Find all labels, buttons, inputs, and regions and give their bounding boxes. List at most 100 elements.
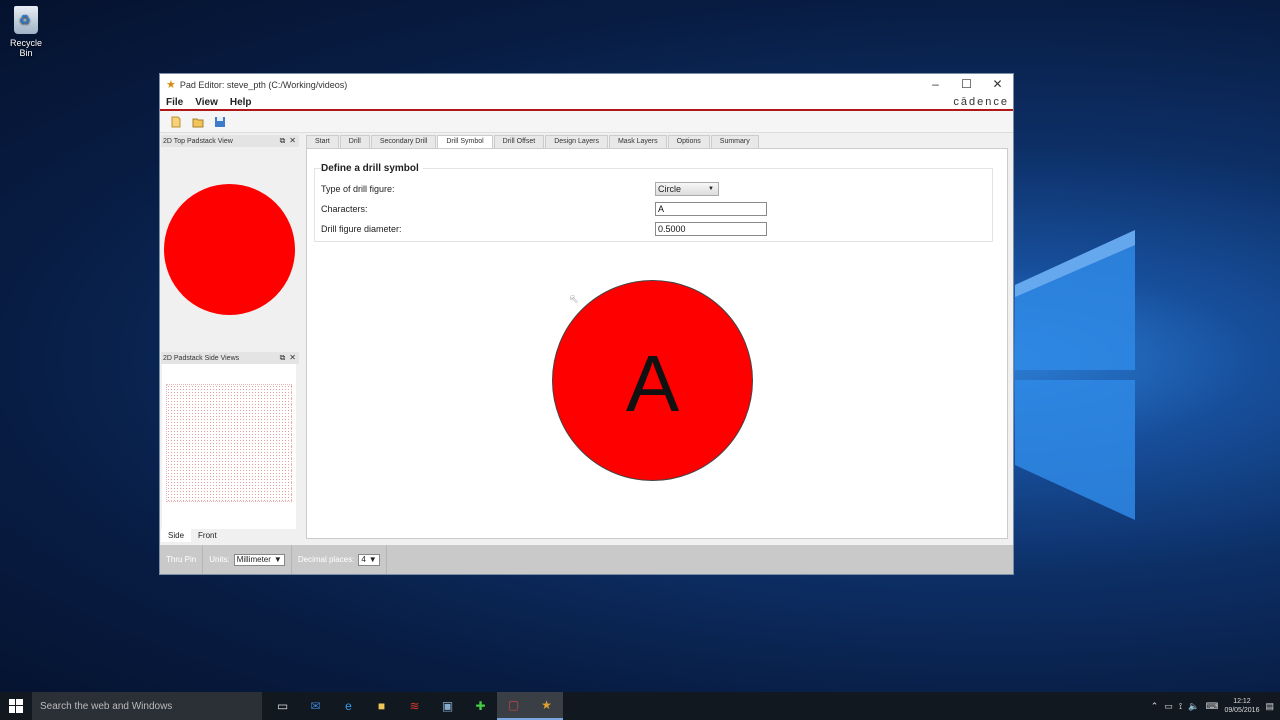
side-view-drill-hatch bbox=[166, 384, 292, 502]
decimal-places-select[interactable]: 4 ▼ bbox=[358, 553, 380, 566]
pad-editor-app-icon: ★ bbox=[541, 698, 552, 712]
title-bar[interactable]: ★ Pad Editor: steve_pth (C:/Working/vide… bbox=[160, 74, 1013, 95]
new-file-button[interactable] bbox=[168, 114, 184, 130]
close-icon[interactable]: ✕ bbox=[289, 353, 296, 363]
status-bar: Thru Pin Units: Millimeter ▼ Decimal pla… bbox=[160, 545, 1013, 574]
save-button[interactable] bbox=[212, 114, 228, 130]
folder-icon bbox=[192, 118, 204, 127]
drill-figure-type-value: Circle bbox=[658, 184, 682, 194]
taskbar: Search the web and Windows ▭ ✉ e ■ ≋ ▣ ✚… bbox=[0, 692, 1280, 720]
recycle-bin-icon bbox=[14, 6, 38, 34]
windows-start-icon bbox=[9, 699, 23, 713]
tab-drill-offset[interactable]: Drill Offset bbox=[493, 135, 545, 148]
maximize-button[interactable]: ☐ bbox=[951, 74, 982, 95]
tab-summary[interactable]: Summary bbox=[710, 135, 759, 148]
task-view-button[interactable]: ▭ bbox=[266, 692, 299, 720]
viewer-app-icon: ▢ bbox=[507, 698, 520, 712]
taskbar-edge[interactable]: e bbox=[332, 692, 365, 720]
recycle-bin[interactable]: Recycle Bin bbox=[4, 6, 48, 58]
taskbar-apps: ▭ ✉ e ■ ≋ ▣ ✚ ▢ ★ bbox=[266, 692, 563, 720]
drill-symbol-page: Define a drill symbol Type of drill figu… bbox=[306, 148, 1008, 539]
drill-figure-diameter-label: Drill figure diameter: bbox=[321, 224, 402, 234]
menu-help[interactable]: Help bbox=[230, 97, 252, 108]
tab-front[interactable]: Front bbox=[191, 529, 224, 542]
new-file-icon bbox=[171, 116, 181, 127]
decimal-places-value: 4 bbox=[361, 554, 366, 564]
side-padstack-view-header: 2D Padstack Side Views ⧉ ✕ bbox=[161, 352, 299, 364]
chevron-down-icon: ▼ bbox=[368, 554, 377, 564]
tab-options[interactable]: Options bbox=[667, 135, 710, 148]
drill-symbol-preview: A bbox=[552, 280, 753, 481]
float-icon[interactable]: ⧉ bbox=[280, 136, 286, 146]
main-tabs: Start Drill Secondary Drill Drill Symbol… bbox=[304, 135, 1010, 148]
edge-icon: e bbox=[345, 699, 352, 713]
close-button[interactable]: ✕ bbox=[982, 74, 1013, 95]
units-segment: Units: Millimeter ▼ bbox=[203, 545, 292, 574]
start-button[interactable] bbox=[0, 692, 32, 720]
top-view-canvas bbox=[161, 147, 299, 350]
decimal-places-segment: Decimal places: 4 ▼ bbox=[292, 545, 387, 574]
pad-editor-app-icon: ★ bbox=[166, 79, 176, 91]
pin-type-segment: Thru Pin bbox=[160, 545, 204, 574]
tab-design-layers[interactable]: Design Layers bbox=[545, 135, 608, 148]
menu-file[interactable]: File bbox=[166, 97, 183, 108]
main-panel: Start Drill Secondary Drill Drill Symbol… bbox=[304, 135, 1010, 542]
taskbar-clock[interactable]: 12:12 09/05/2016 bbox=[1224, 697, 1259, 715]
task-view-icon: ▭ bbox=[276, 699, 289, 713]
taskbar-app-green[interactable]: ✚ bbox=[464, 692, 497, 720]
outlook-icon: ✉ bbox=[310, 699, 321, 713]
side-view-tabs: Side Front bbox=[161, 529, 299, 542]
chevron-down-icon: ▼ bbox=[708, 186, 714, 192]
drill-symbol-character: A bbox=[625, 338, 680, 428]
top-view-pad bbox=[164, 184, 295, 315]
tab-drill[interactable]: Drill bbox=[339, 135, 370, 148]
network-icon[interactable]: ⟟ bbox=[1179, 701, 1182, 712]
characters-input[interactable]: A bbox=[655, 202, 767, 216]
drill-figure-type-label: Type of drill figure: bbox=[321, 184, 395, 194]
close-icon[interactable]: ✕ bbox=[289, 136, 296, 146]
window-title: Pad Editor: steve_pth (C:/Working/videos… bbox=[179, 79, 348, 90]
units-select[interactable]: Millimeter ▼ bbox=[233, 553, 285, 566]
tab-side[interactable]: Side bbox=[161, 529, 192, 542]
side-view-canvas bbox=[162, 364, 296, 529]
taskbar-explorer[interactable]: ■ bbox=[365, 692, 398, 720]
taskbar-app-red[interactable]: ≋ bbox=[398, 692, 431, 720]
notifications-icon[interactable]: ▤ bbox=[1265, 701, 1274, 712]
minimize-button[interactable]: – bbox=[920, 74, 951, 95]
chevron-down-icon: ▼ bbox=[273, 554, 282, 564]
drill-figure-diameter-input[interactable]: 0.5000 bbox=[655, 222, 767, 236]
float-icon[interactable]: ⧉ bbox=[280, 353, 286, 363]
taskbar-app-viewer[interactable]: ▢ bbox=[497, 692, 530, 720]
battery-icon[interactable]: ▭ bbox=[1164, 701, 1173, 712]
recycle-bin-label: Recycle Bin bbox=[9, 38, 42, 58]
menu-view[interactable]: View bbox=[195, 97, 218, 108]
keyboard-icon[interactable]: ⌨ bbox=[1205, 701, 1218, 712]
window-controls: – ☐ ✕ bbox=[920, 74, 1013, 95]
chevron-up-icon[interactable]: ⌃ bbox=[1151, 701, 1159, 712]
open-file-button[interactable] bbox=[190, 114, 206, 130]
tab-start[interactable]: Start bbox=[306, 135, 339, 148]
drill-figure-type-select[interactable]: Circle ▼ bbox=[655, 182, 719, 196]
taskbar-outlook[interactable]: ✉ bbox=[299, 692, 332, 720]
top-padstack-view-header: 2D Top Padstack View ⧉ ✕ bbox=[161, 135, 299, 147]
taskbar-pad-editor[interactable]: ★ bbox=[530, 692, 563, 720]
mouse-cursor-icon: ↖ bbox=[569, 292, 580, 306]
group-title: Define a drill symbol bbox=[321, 163, 423, 174]
taskbar-search-box[interactable]: Search the web and Windows bbox=[32, 692, 262, 720]
pin-type: Thru Pin bbox=[166, 555, 197, 564]
drill-symbol-group bbox=[314, 168, 993, 242]
top-padstack-view-dock: 2D Top Padstack View ⧉ ✕ bbox=[161, 135, 299, 350]
clock-time: 12:12 bbox=[1233, 698, 1251, 705]
volume-icon[interactable]: 🔈 bbox=[1188, 701, 1199, 712]
side-padstack-view-title: 2D Padstack Side Views bbox=[163, 354, 240, 362]
tab-drill-symbol[interactable]: Drill Symbol bbox=[437, 135, 493, 148]
taskbar-app-image[interactable]: ▣ bbox=[431, 692, 464, 720]
toolbar bbox=[160, 111, 1013, 133]
menu-bar: File View Help cādence bbox=[160, 95, 1013, 111]
pcb-app-icon: ✚ bbox=[475, 699, 486, 713]
save-icon bbox=[215, 116, 225, 127]
tab-secondary-drill[interactable]: Secondary Drill bbox=[370, 135, 437, 148]
side-padstack-view-dock: 2D Padstack Side Views ⧉ ✕ Side Front bbox=[161, 352, 299, 545]
system-tray: ⌃ ▭ ⟟ 🔈 ⌨ 12:12 09/05/2016 ▤ bbox=[1151, 697, 1280, 715]
tab-mask-layers[interactable]: Mask Layers bbox=[608, 135, 667, 148]
